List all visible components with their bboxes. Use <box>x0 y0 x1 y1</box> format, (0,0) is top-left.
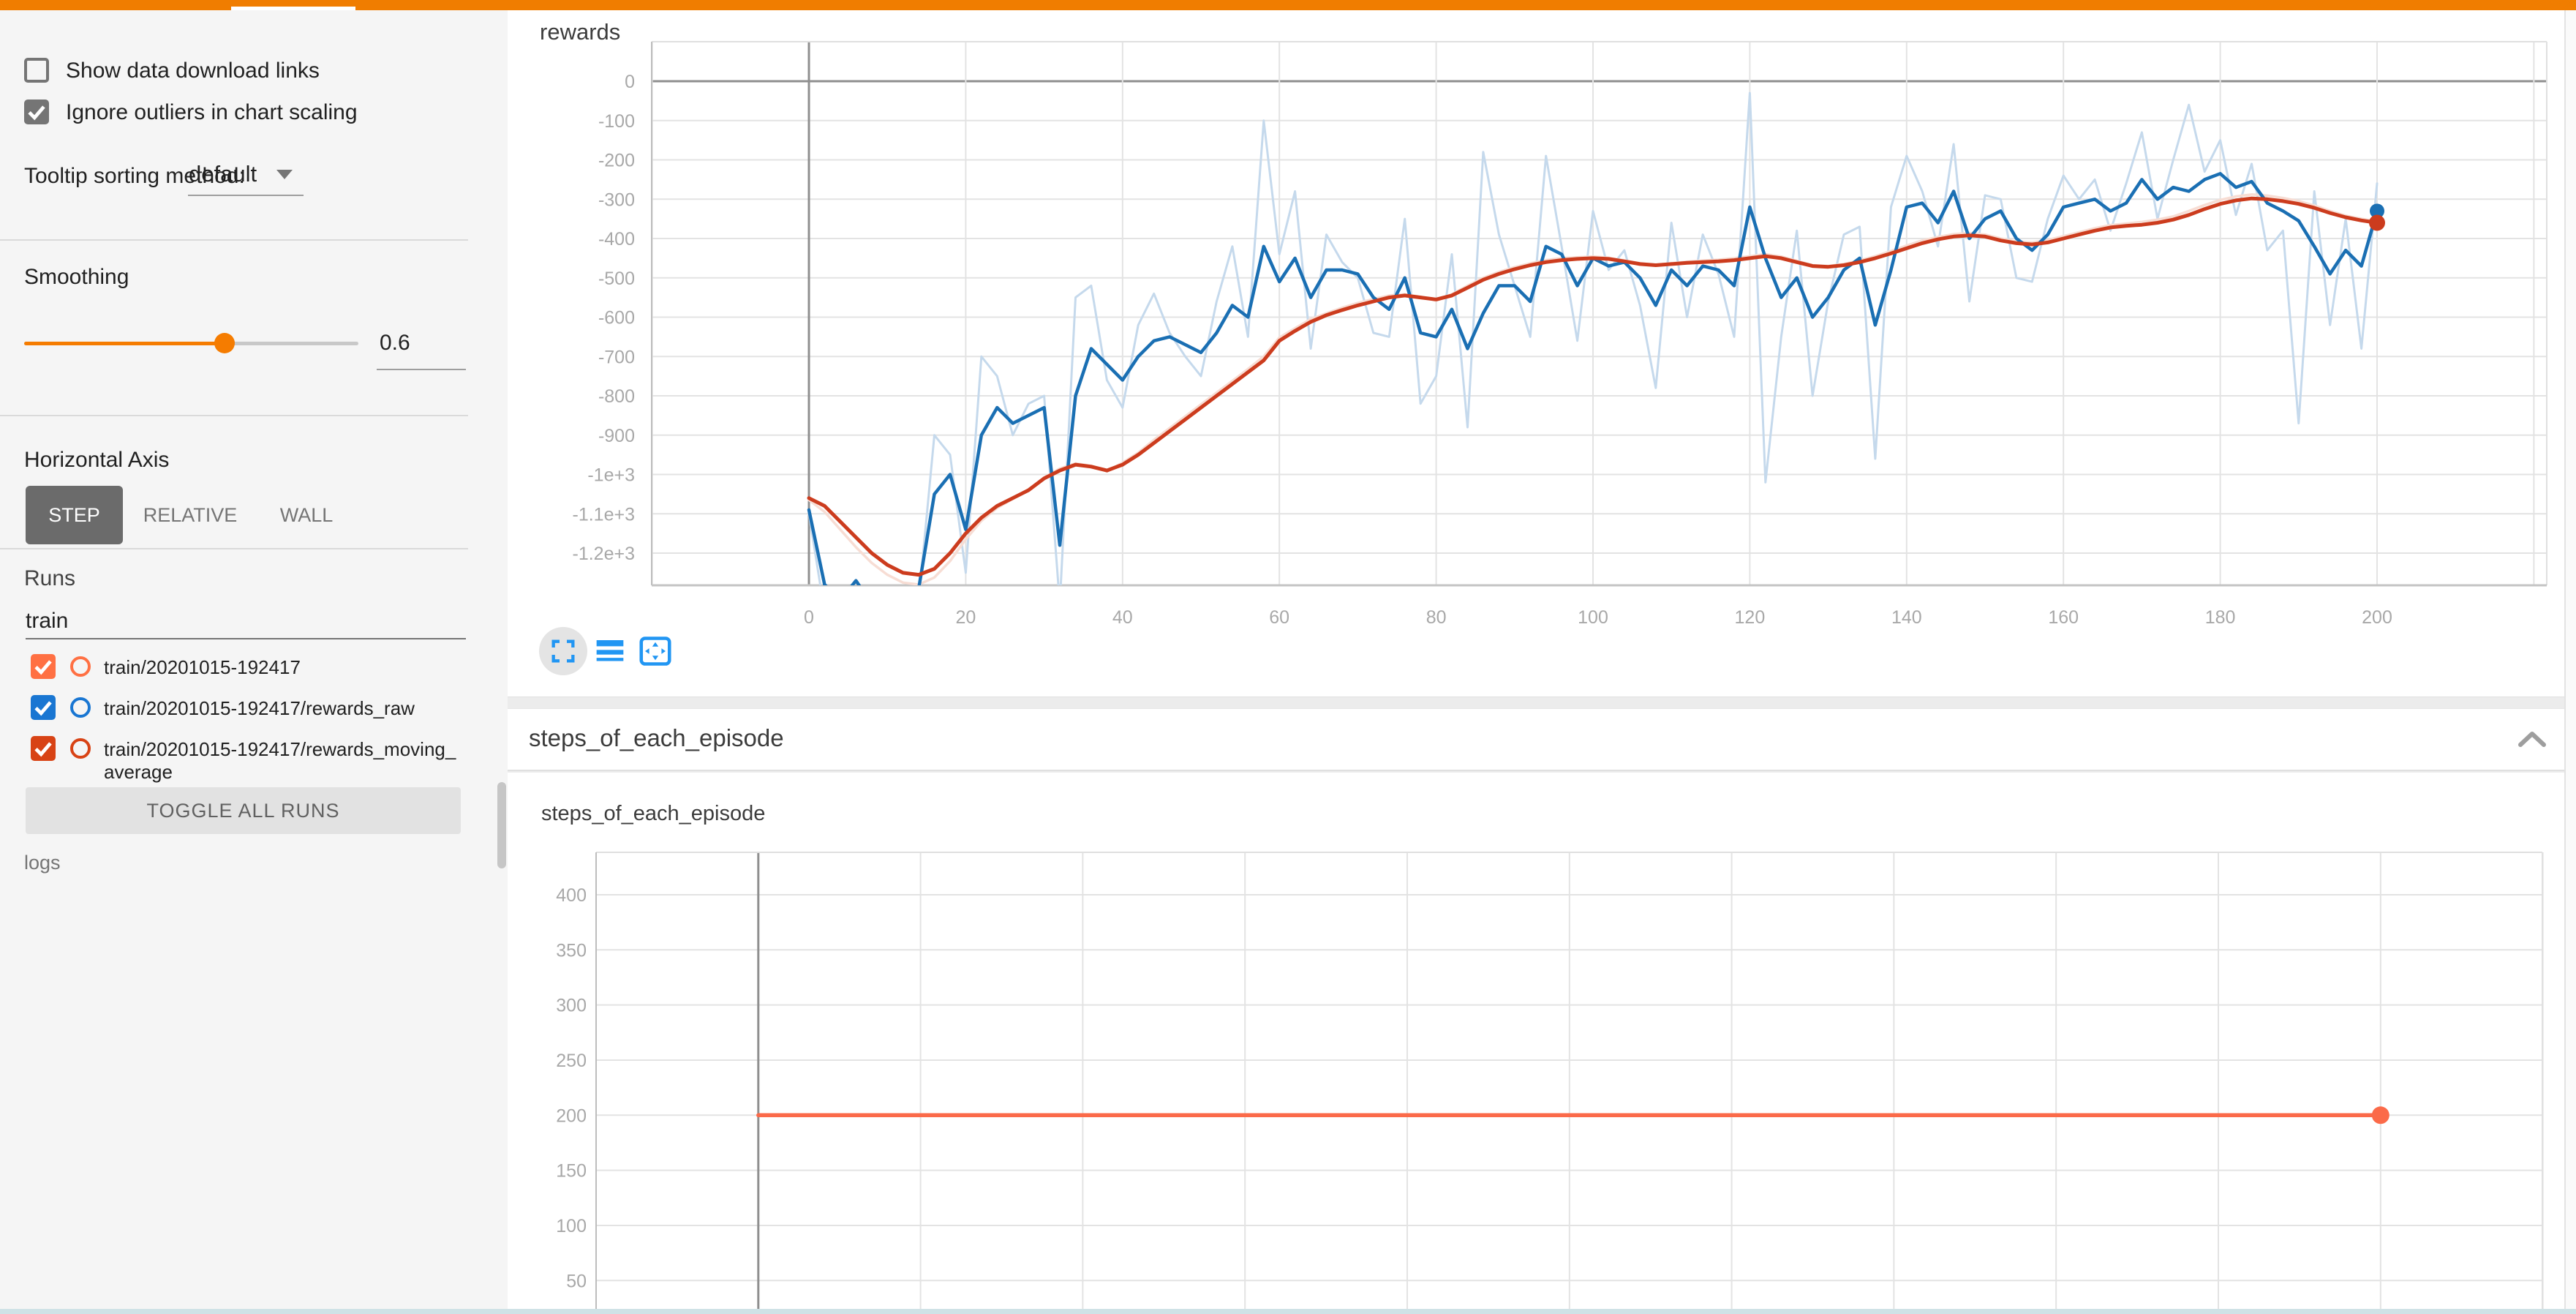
show-data-download-links-label: Show data download links <box>66 59 320 83</box>
svg-text:80: 80 <box>1426 607 1447 628</box>
run-color-circle[interactable] <box>70 738 91 759</box>
svg-text:20: 20 <box>955 607 976 628</box>
fullscreen-icon <box>549 637 578 666</box>
svg-text:350: 350 <box>556 940 587 961</box>
svg-text:120: 120 <box>1735 607 1766 628</box>
svg-text:-700: -700 <box>598 347 635 367</box>
toggle-all-runs-button[interactable]: TOGGLE ALL RUNS <box>26 787 461 834</box>
sidebar-scrollbar-thumb[interactable] <box>497 782 506 868</box>
runs-filter-underline <box>26 638 466 639</box>
run-color-circle[interactable] <box>70 656 91 677</box>
dropdown-underline <box>188 195 304 196</box>
checkmark-icon <box>31 695 56 720</box>
settings-sidebar: Show data download links Ignore outliers… <box>0 10 508 1314</box>
fit-domain-button[interactable] <box>638 634 673 669</box>
dropdown-caret-icon[interactable] <box>276 170 293 179</box>
smoothing-value-underline <box>377 369 466 370</box>
svg-text:-300: -300 <box>598 189 635 210</box>
svg-text:-100: -100 <box>598 111 635 132</box>
run-checkbox-train[interactable] <box>31 654 56 679</box>
svg-text:-800: -800 <box>598 386 635 407</box>
svg-text:200: 200 <box>2362 607 2392 628</box>
run-color-circle[interactable] <box>70 697 91 718</box>
ignore-outliers-checkbox[interactable] <box>24 100 49 124</box>
sidebar-divider <box>0 239 468 241</box>
log-scale-button[interactable] <box>594 635 626 667</box>
svg-text:-1.1e+3: -1.1e+3 <box>573 504 636 525</box>
svg-text:-1.2e+3: -1.2e+3 <box>573 544 636 564</box>
logs-label: logs <box>24 852 61 874</box>
svg-text:100: 100 <box>556 1216 587 1236</box>
run-label: train/20201015-192417/rewards_raw <box>104 697 464 720</box>
svg-text:100: 100 <box>1578 607 1608 628</box>
main-scrollbar-track[interactable] <box>2564 10 2576 1314</box>
section-header-bar[interactable] <box>508 708 2564 771</box>
tooltip-sorting-dropdown[interactable]: default <box>189 161 257 187</box>
svg-text:0: 0 <box>625 72 635 92</box>
expand-chart-button[interactable] <box>539 627 587 675</box>
app-header-bar <box>0 0 2576 10</box>
runs-label: Runs <box>24 566 75 591</box>
svg-text:400: 400 <box>556 885 587 906</box>
smoothing-slider-thumb[interactable] <box>214 333 235 353</box>
checkmark-icon <box>31 736 56 761</box>
svg-text:200: 200 <box>556 1105 587 1126</box>
sidebar-divider <box>0 548 468 549</box>
svg-text:-600: -600 <box>598 308 635 328</box>
svg-text:-200: -200 <box>598 151 635 171</box>
tooltip-sorting-value: default <box>189 161 257 187</box>
fit-domain-icon <box>639 636 672 667</box>
bottom-edge-strip <box>0 1309 2576 1314</box>
smoothing-label: Smoothing <box>24 265 129 290</box>
rewards-chart-plot[interactable]: 0 -100 -200 -300 -400 -500 -600 -700 -800 -900 -1e… <box>508 29 2564 673</box>
svg-text:-900: -900 <box>598 426 635 446</box>
log-scale-lines-icon <box>595 637 625 666</box>
svg-text:300: 300 <box>556 996 587 1016</box>
run-label: train/20201015-192417 <box>104 656 464 679</box>
svg-text:-1e+3: -1e+3 <box>587 465 635 486</box>
svg-text:250: 250 <box>556 1051 587 1071</box>
axis-relative-button[interactable]: RELATIVE <box>146 486 234 544</box>
svg-text:180: 180 <box>2205 607 2236 628</box>
horizontal-axis-label: Horizontal Axis <box>24 448 169 473</box>
section-header-title: steps_of_each_episode <box>529 724 784 752</box>
axis-wall-button[interactable]: WALL <box>280 486 333 544</box>
run-checkbox-rewards-raw[interactable] <box>31 695 56 720</box>
smoothing-value[interactable]: 0.6 <box>380 331 410 356</box>
svg-text:160: 160 <box>2048 607 2079 628</box>
svg-text:0: 0 <box>804 607 814 628</box>
sidebar-divider <box>0 415 468 416</box>
svg-text:-500: -500 <box>598 269 635 289</box>
chevron-up-icon[interactable] <box>2516 729 2548 751</box>
ignore-outliers-label: Ignore outliers in chart scaling <box>66 100 358 125</box>
show-data-download-links-checkbox[interactable] <box>24 58 49 83</box>
smoothing-slider-fill <box>24 342 225 345</box>
svg-text:-400: -400 <box>598 229 635 249</box>
svg-text:40: 40 <box>1112 607 1133 628</box>
svg-text:50: 50 <box>566 1271 587 1291</box>
axis-step-button[interactable]: STEP <box>26 486 123 544</box>
svg-text:60: 60 <box>1269 607 1289 628</box>
checkmark-icon <box>31 654 56 679</box>
svg-text:150: 150 <box>556 1161 587 1182</box>
steps-chart-plot[interactable]: 400 350 300 250 200 150 100 50 <box>508 819 2564 1314</box>
checkmark-icon <box>24 100 49 124</box>
svg-text:140: 140 <box>1891 607 1922 628</box>
run-label: train/20201015-192417/rewards_moving_ave… <box>104 738 464 784</box>
run-checkbox-rewards-moving-average[interactable] <box>31 736 56 761</box>
runs-filter-input[interactable]: train <box>26 609 68 634</box>
